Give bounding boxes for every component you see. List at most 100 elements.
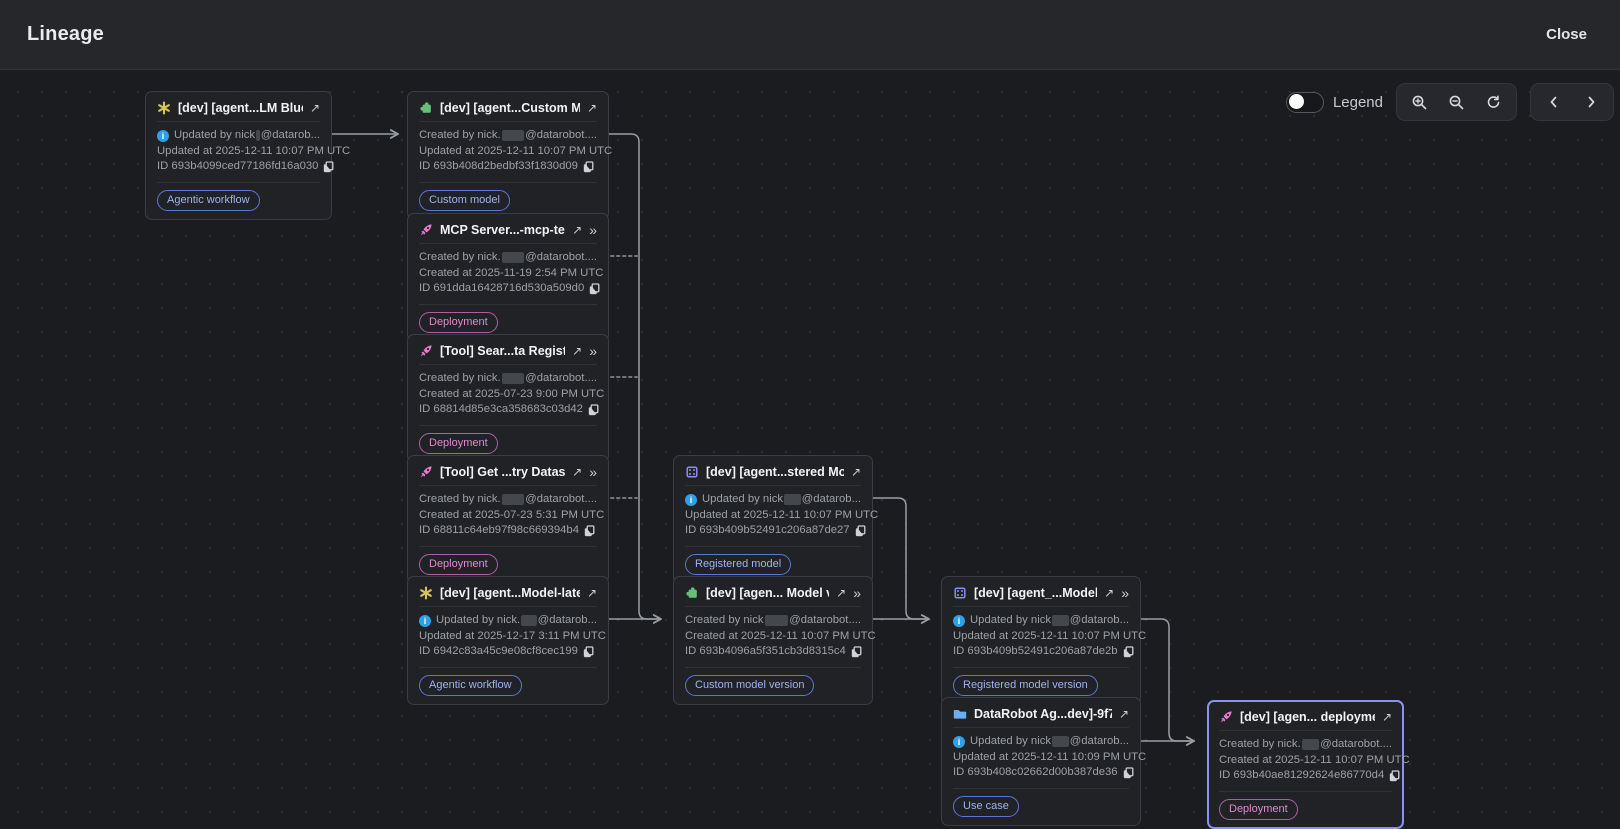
copy-id-icon[interactable] <box>855 525 866 537</box>
node-title: [dev] [agen... Model v1.3 <box>706 586 829 600</box>
next-icon[interactable] <box>1572 84 1609 120</box>
lineage-node-tool-get[interactable]: [Tool] Get ...try Dataset ↗ » iCreated b… <box>407 455 609 584</box>
page-title: Lineage <box>27 23 104 46</box>
legend-toggle[interactable] <box>1286 92 1324 113</box>
node-date-line: Created at 2025-12-11 10:07 PM UTC <box>1219 753 1392 769</box>
copy-id-icon[interactable] <box>588 404 599 416</box>
node-type-icon <box>157 101 171 115</box>
copy-id-icon[interactable] <box>583 646 594 658</box>
node-author-line: iCreated by nick.@datarobot.... <box>419 128 597 144</box>
node-title: [Tool] Sear...ta Registry <box>440 344 565 358</box>
node-author-line: iCreated by nick@datarobot.... <box>685 613 861 629</box>
prev-icon[interactable] <box>1535 84 1572 120</box>
node-date-line: Updated at 2025-12-11 10:09 PM UTC <box>953 750 1129 766</box>
lineage-node-model-latest[interactable]: [dev] [agent...Model-latest ↗ » iUpdated… <box>407 576 609 705</box>
node-type-badge: Deployment <box>419 312 498 333</box>
lineage-graph-canvas[interactable]: Legend <box>0 70 1620 828</box>
open-in-new-tab-icon[interactable]: ↗ <box>851 466 861 478</box>
node-date-line: Created at 2025-12-11 10:07 PM UTC <box>685 629 861 645</box>
expand-node-icon[interactable]: » <box>589 466 597 478</box>
node-title: [dev] [agent...LM Blueprint <box>178 101 303 115</box>
redacted-username <box>521 615 537 626</box>
close-button[interactable]: Close <box>1540 25 1593 44</box>
node-author-line: iUpdated by nick@datarob... <box>953 734 1129 750</box>
open-in-new-tab-icon[interactable]: ↗ <box>310 102 320 114</box>
copy-id-icon[interactable] <box>323 161 334 173</box>
lineage-node-custom-model[interactable]: [dev] [agent...Custom Model ↗ » iCreated… <box>407 91 609 220</box>
node-date-line: Updated at 2025-12-11 10:07 PM UTC <box>157 144 320 160</box>
zoom-reset-icon[interactable] <box>1475 84 1512 120</box>
redacted-username <box>784 494 801 505</box>
open-in-new-tab-icon[interactable]: ↗ <box>1104 587 1114 599</box>
open-in-new-tab-icon[interactable]: ↗ <box>836 587 846 599</box>
node-type-badge: Deployment <box>419 554 498 575</box>
expand-node-icon[interactable]: » <box>1121 587 1129 599</box>
lineage-node-registered-model[interactable]: [dev] [agent...stered Model ↗ » iUpdated… <box>673 455 873 584</box>
copy-id-icon[interactable] <box>1389 770 1400 782</box>
lineage-dialog-header: Lineage Close <box>0 0 1620 70</box>
copy-id-icon[interactable] <box>583 161 594 173</box>
redacted-username <box>1302 739 1320 750</box>
lineage-node-mcp-server[interactable]: MCP Server...-mcp-test] ↗ » iCreated by … <box>407 213 609 342</box>
copy-id-icon[interactable] <box>584 525 595 537</box>
open-in-new-tab-icon[interactable]: ↗ <box>587 102 597 114</box>
zoom-out-icon[interactable] <box>1438 84 1475 120</box>
info-icon: i <box>419 615 431 627</box>
node-title: MCP Server...-mcp-test] <box>440 223 565 237</box>
redacted-username <box>502 494 525 505</box>
redacted-username <box>765 615 789 626</box>
zoom-button-group <box>1396 83 1517 121</box>
open-in-new-tab-icon[interactable]: ↗ <box>587 587 597 599</box>
open-in-new-tab-icon[interactable]: ↗ <box>572 345 582 357</box>
node-type-icon <box>685 586 699 600</box>
node-id-line: ID 693b408c02662d00b387de36 <box>953 765 1129 781</box>
info-icon: i <box>157 130 169 142</box>
node-type-badge: Deployment <box>419 433 498 454</box>
graph-toolbar: Legend <box>1286 83 1614 121</box>
node-id-line: ID 693b409b52491c206a87de27 <box>685 523 861 539</box>
lineage-node-model-v13[interactable]: [dev] [agen... Model v1.3 ↗ » iCreated b… <box>673 576 873 705</box>
node-type-badge: Registered model <box>685 554 791 575</box>
node-type-icon <box>953 586 967 600</box>
redacted-username <box>502 130 525 141</box>
copy-id-icon[interactable] <box>1123 767 1134 779</box>
node-type-icon <box>953 707 967 721</box>
redacted-username <box>1052 736 1069 747</box>
pagination-button-group <box>1530 83 1614 121</box>
node-type-badge: Custom model <box>419 190 510 211</box>
node-date-line: Updated at 2025-12-11 10:07 PM UTC <box>685 508 861 524</box>
node-author-line: iCreated by nick.@datarobot.... <box>419 371 597 387</box>
node-id-line: ID 693b409b52491c206a87de2b <box>953 644 1129 660</box>
zoom-in-icon[interactable] <box>1401 84 1438 120</box>
lineage-node-tool-search[interactable]: [Tool] Sear...ta Registry ↗ » iCreated b… <box>407 334 609 463</box>
open-in-new-tab-icon[interactable]: ↗ <box>1382 711 1392 723</box>
node-title: [dev] [agent...Model-latest <box>440 586 580 600</box>
node-author-line: iCreated by nick.@datarobot.... <box>419 492 597 508</box>
node-id-line: ID 693b4099ced77186fd16a030 <box>157 159 320 175</box>
redacted-username <box>502 252 525 263</box>
redacted-username <box>256 130 260 141</box>
node-type-badge: Agentic workflow <box>157 190 260 211</box>
open-in-new-tab-icon[interactable]: ↗ <box>572 224 582 236</box>
lineage-node-deployment[interactable]: [dev] [agen... deployment ↗ » iCreated b… <box>1207 700 1404 829</box>
copy-id-icon[interactable] <box>851 646 862 658</box>
lineage-node-model-v1[interactable]: [dev] [agent_...Model (v1) ↗ » iUpdated … <box>941 576 1141 705</box>
node-id-line: ID 693b4096a5f351cb3d8315c4 <box>685 644 861 660</box>
node-title: [dev] [agen... deployment <box>1240 710 1375 724</box>
copy-id-icon[interactable] <box>1123 646 1134 658</box>
node-type-badge: Custom model version <box>685 675 814 696</box>
node-date-line: Created at 2025-11-19 2:54 PM UTC <box>419 266 597 282</box>
copy-id-icon[interactable] <box>589 283 600 295</box>
expand-node-icon[interactable]: » <box>589 224 597 236</box>
node-date-line: Updated at 2025-12-17 3:11 PM UTC <box>419 629 597 645</box>
node-type-icon <box>419 465 433 479</box>
legend-label: Legend <box>1333 94 1383 111</box>
expand-node-icon[interactable]: » <box>589 345 597 357</box>
node-type-icon <box>419 586 433 600</box>
lineage-node-blueprint[interactable]: [dev] [agent...LM Blueprint ↗ » iUpdated… <box>145 91 332 220</box>
lineage-node-use-case[interactable]: DataRobot Ag...dev]-9f73e72 ↗ » iUpdated… <box>941 697 1141 826</box>
node-author-line: iCreated by nick.@datarobot.... <box>419 250 597 266</box>
open-in-new-tab-icon[interactable]: ↗ <box>1119 708 1129 720</box>
open-in-new-tab-icon[interactable]: ↗ <box>572 466 582 478</box>
expand-node-icon[interactable]: » <box>853 587 861 599</box>
